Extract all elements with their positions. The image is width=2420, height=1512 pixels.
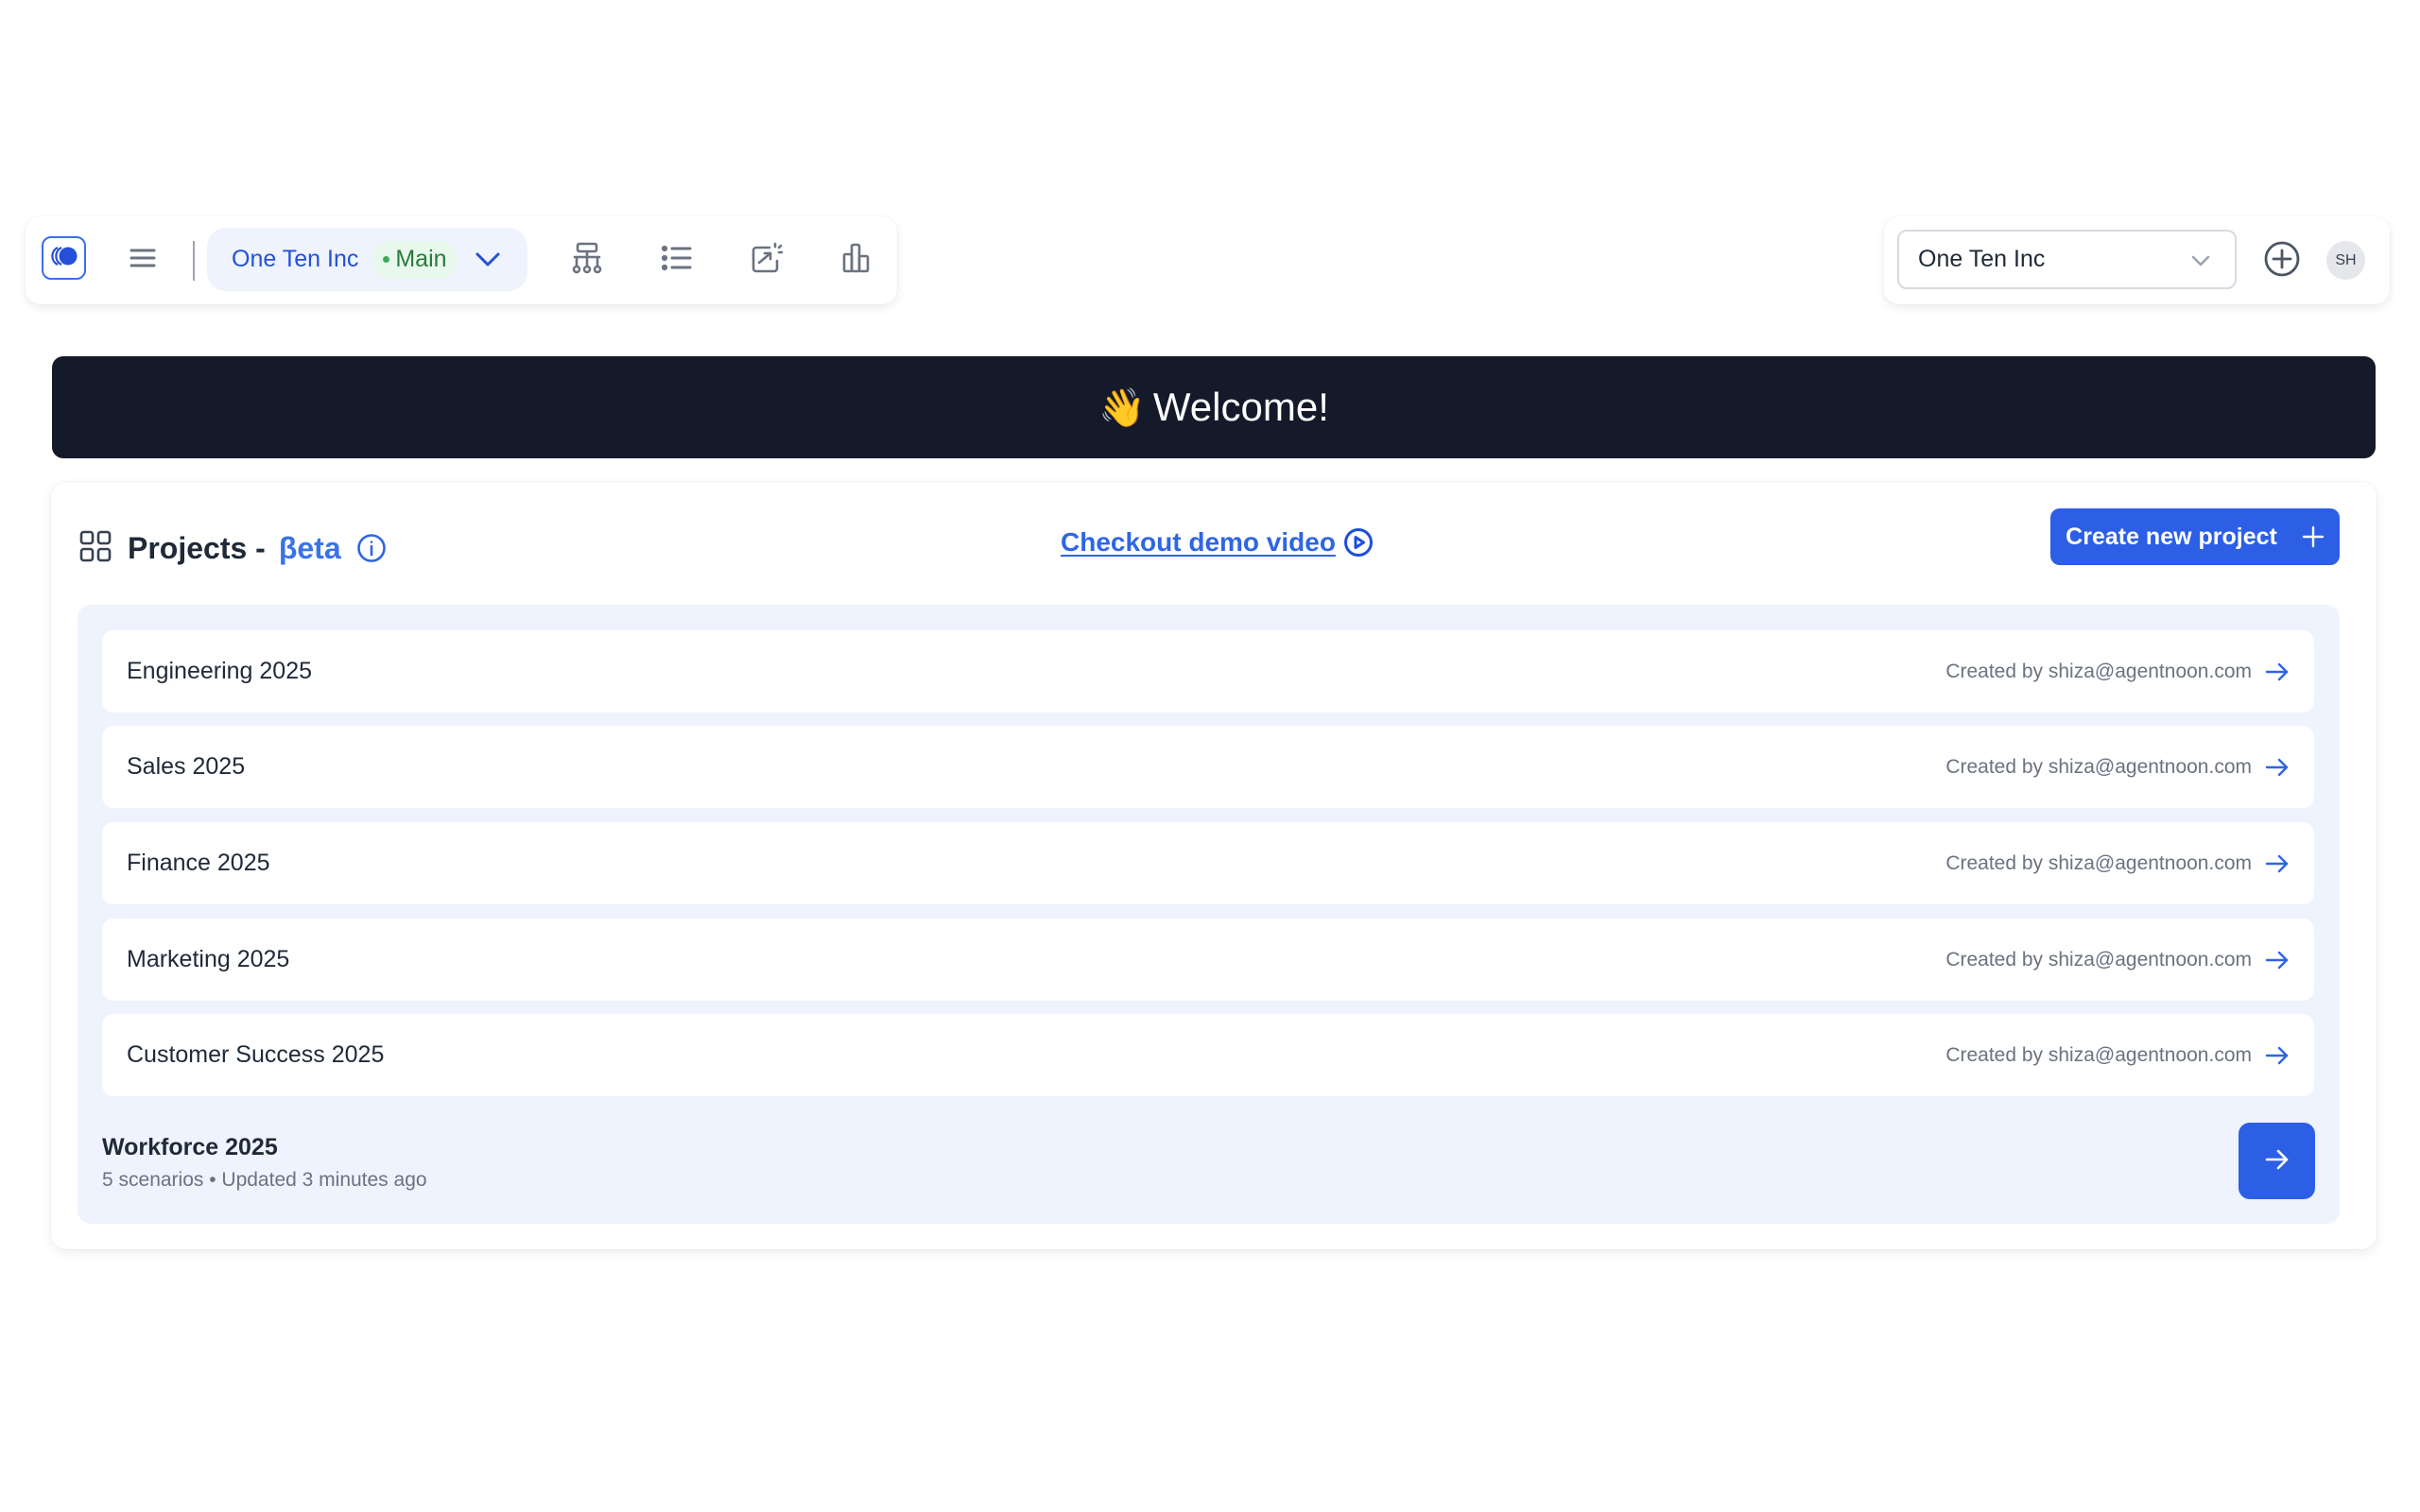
info-icon[interactable] — [356, 533, 387, 563]
project-meta: Created by shiza@agentnoon.com — [1945, 949, 2290, 971]
projects-card: Projects - βeta Checkout demo video Crea… — [51, 482, 2377, 1249]
menu-button[interactable] — [120, 237, 165, 283]
list-icon — [661, 245, 692, 275]
export-chart-button[interactable] — [744, 237, 789, 283]
arrow-right-icon[interactable] — [2265, 951, 2290, 970]
analytics-button[interactable] — [834, 237, 879, 283]
hierarchy-icon — [571, 242, 603, 279]
create-project-label: Create new project — [2066, 523, 2277, 550]
project-meta: Created by shiza@agentnoon.com — [1945, 1044, 2290, 1067]
arrow-right-icon[interactable] — [2265, 662, 2290, 681]
branch-badge: Main — [372, 240, 458, 279]
project-meta: Created by shiza@agentnoon.com — [1945, 852, 2290, 875]
project-meta: Created by shiza@agentnoon.com — [1945, 661, 2290, 683]
project-row[interactable]: Customer Success 2025 Created by shiza@a… — [102, 1014, 2314, 1096]
add-button[interactable] — [2262, 241, 2302, 281]
status-dot-icon — [383, 256, 390, 263]
main-toolbar: One Ten Inc Main — [26, 216, 897, 304]
menu-icon — [130, 248, 156, 273]
waving-hand-icon: 👋 — [1098, 387, 1146, 429]
project-name: Marketing 2025 — [127, 946, 290, 972]
welcome-banner: 👋 Welcome! — [52, 356, 2376, 458]
account-toolbar: One Ten Inc SH — [1884, 216, 2390, 304]
list-view-button[interactable] — [654, 237, 700, 283]
current-project-subtitle: 5 scenarios • Updated 3 minutes ago — [102, 1169, 427, 1191]
branch-selector[interactable]: One Ten Inc Main — [207, 228, 527, 291]
project-name: Customer Success 2025 — [127, 1041, 385, 1068]
app-logo-button[interactable] — [42, 236, 86, 280]
project-meta: Created by shiza@agentnoon.com — [1945, 756, 2290, 779]
grid-icon — [79, 530, 112, 567]
logo-icon — [49, 245, 79, 272]
play-circle-icon — [1343, 527, 1374, 558]
org-name: One Ten Inc — [232, 246, 359, 272]
user-avatar[interactable]: SH — [2326, 241, 2365, 280]
project-name: Finance 2025 — [127, 850, 270, 876]
org-chart-button[interactable] — [564, 237, 610, 283]
arrow-right-icon — [2265, 1149, 2290, 1173]
projects-title: Projects - — [128, 530, 266, 565]
current-project-title: Workforce 2025 — [102, 1134, 278, 1160]
project-creator: Created by shiza@agentnoon.com — [1945, 948, 2252, 971]
chevron-down-icon — [475, 252, 500, 267]
project-row[interactable]: Marketing 2025 Created by shiza@agentnoo… — [102, 919, 2314, 1001]
chevron-down-icon — [2191, 246, 2210, 273]
project-row[interactable]: Finance 2025 Created by shiza@agentnoon.… — [102, 822, 2314, 904]
beta-label: βeta — [278, 530, 341, 565]
create-project-button[interactable]: Create new project — [2050, 508, 2340, 565]
demo-video-link[interactable]: Checkout demo video — [1061, 527, 1374, 558]
branch-label: Main — [395, 246, 447, 272]
project-creator: Created by shiza@agentnoon.com — [1945, 851, 2252, 874]
project-creator: Created by shiza@agentnoon.com — [1945, 755, 2252, 778]
projects-header: Projects - βeta — [79, 520, 387, 576]
demo-link-text: Checkout demo video — [1061, 527, 1336, 557]
project-creator: Created by shiza@agentnoon.com — [1945, 660, 2252, 682]
chart-export-icon — [751, 242, 784, 279]
org-select[interactable]: One Ten Inc — [1897, 230, 2237, 289]
current-project: Workforce 2025 5 scenarios • Updated 3 m… — [102, 1134, 427, 1192]
project-row[interactable]: Engineering 2025 Created by shiza@agentn… — [102, 630, 2314, 713]
toolbar-divider — [193, 241, 195, 281]
org-select-value: One Ten Inc — [1918, 246, 2046, 272]
arrow-right-icon[interactable] — [2265, 854, 2290, 873]
open-current-project-button[interactable] — [2238, 1123, 2315, 1199]
project-list: Engineering 2025 Created by shiza@agentn… — [78, 605, 2340, 1224]
project-name: Sales 2025 — [127, 753, 246, 780]
project-row[interactable]: Sales 2025 Created by shiza@agentnoon.co… — [102, 726, 2314, 808]
project-name: Engineering 2025 — [127, 658, 312, 684]
plus-icon — [2302, 525, 2325, 548]
plus-circle-icon — [2263, 240, 2301, 283]
bar-chart-icon — [842, 243, 871, 278]
welcome-text: Welcome! — [1152, 385, 1329, 429]
arrow-right-icon[interactable] — [2265, 1046, 2290, 1065]
arrow-right-icon[interactable] — [2265, 758, 2290, 777]
project-creator: Created by shiza@agentnoon.com — [1945, 1043, 2252, 1066]
